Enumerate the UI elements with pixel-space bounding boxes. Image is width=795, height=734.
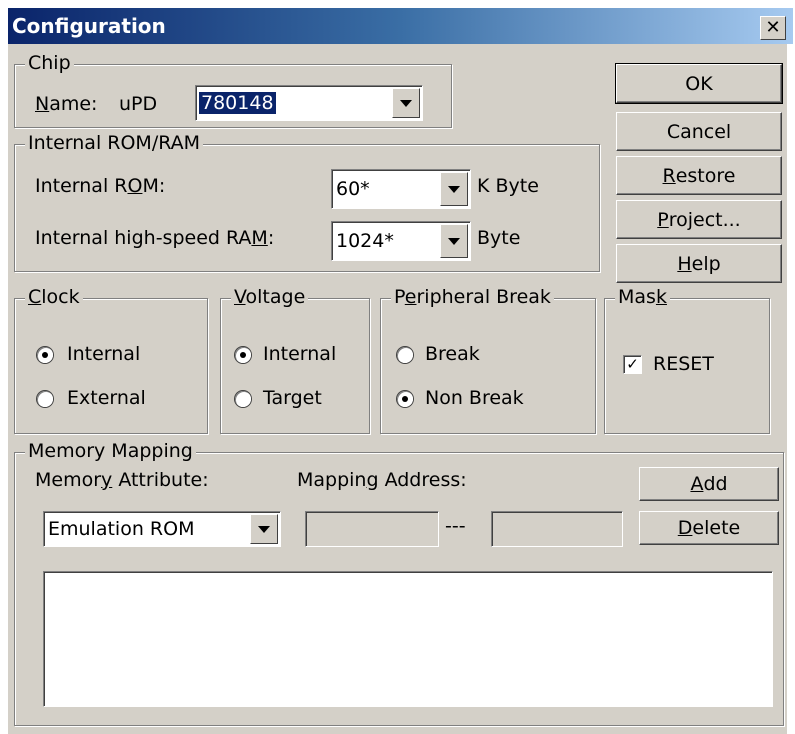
internal-rom-unit: K Byte: [477, 175, 539, 197]
memory-mapping-group: Memory Mapping Memory Attribute: Mapping…: [14, 440, 784, 726]
chevron-down-icon[interactable]: [250, 514, 278, 544]
internal-rom-value: 60*: [336, 178, 370, 200]
chevron-down-icon[interactable]: [440, 224, 468, 258]
peripheral-break-group: Peripheral Break Break Non Break: [380, 286, 596, 434]
window-title: Configuration: [12, 14, 166, 38]
reset-checkbox[interactable]: ✓: [623, 355, 642, 374]
close-icon[interactable]: ✕: [760, 16, 786, 40]
memory-attribute-combobox[interactable]: Emulation ROM: [43, 511, 281, 547]
cancel-button[interactable]: Cancel: [616, 112, 782, 151]
chip-name-label: Name:: [35, 93, 98, 115]
memory-attribute-value: Emulation ROM: [48, 518, 195, 540]
peripheral-break-radio[interactable]: [397, 347, 413, 363]
chip-group: Chip Name: uPD 780148: [14, 52, 452, 128]
reset-label[interactable]: RESET: [653, 353, 714, 375]
clock-group: Clock Internal External: [14, 286, 208, 434]
memory-mapping-list[interactable]: [43, 571, 773, 707]
peripheral-nonbreak-radio[interactable]: [397, 391, 413, 407]
project-button[interactable]: Project...: [616, 200, 782, 239]
memory-mapping-legend: Memory Mapping: [25, 440, 196, 462]
voltage-internal-radio[interactable]: [235, 347, 251, 363]
internal-rom-combobox[interactable]: 60*: [331, 169, 471, 209]
clock-external-radio[interactable]: [37, 391, 53, 407]
internal-rom-label: Internal ROM:: [35, 175, 166, 197]
configuration-dialog: Configuration ✕ Chip Name: uPD 780148 OK…: [8, 8, 793, 734]
chip-legend: Chip: [25, 52, 74, 74]
mask-group: Mask ✓ RESET: [604, 286, 770, 434]
restore-button[interactable]: Restore: [616, 156, 782, 195]
add-button[interactable]: Add: [639, 467, 779, 501]
internal-ram-unit: Byte: [477, 227, 521, 249]
clock-legend: Clock: [25, 286, 83, 308]
internal-ram-combobox[interactable]: 1024*: [331, 221, 471, 261]
ok-button[interactable]: OK: [615, 63, 783, 104]
voltage-target-label[interactable]: Target: [263, 387, 322, 409]
title-bar: Configuration ✕: [8, 8, 793, 44]
peripheral-break-label[interactable]: Break: [425, 343, 480, 365]
voltage-group: Voltage Internal Target: [220, 286, 370, 434]
mask-legend: Mask: [615, 286, 670, 308]
clock-external-label[interactable]: External: [67, 387, 146, 409]
voltage-internal-label[interactable]: Internal: [263, 343, 336, 365]
mapping-address-label: Mapping Address:: [297, 469, 467, 491]
memory-attribute-label: Memory Attribute:: [35, 469, 209, 491]
peripheral-break-legend: Peripheral Break: [391, 286, 554, 308]
chip-name-value: 780148: [199, 92, 276, 114]
rom-ram-legend: Internal ROM/RAM: [25, 132, 204, 154]
clock-internal-radio[interactable]: [37, 347, 53, 363]
voltage-legend: Voltage: [231, 286, 309, 308]
chip-name-combobox[interactable]: 780148: [195, 85, 423, 121]
delete-button[interactable]: Delete: [639, 511, 779, 545]
mapping-start-address-input[interactable]: [305, 511, 439, 547]
chip-prefix: uPD: [119, 93, 158, 115]
clock-internal-label[interactable]: Internal: [67, 343, 140, 365]
help-button[interactable]: Help: [616, 244, 782, 283]
internal-rom-ram-group: Internal ROM/RAM Internal ROM: 60* K Byt…: [14, 132, 600, 272]
internal-ram-value: 1024*: [336, 230, 394, 252]
internal-ram-label: Internal high-speed RAM:: [35, 227, 275, 249]
address-separator: ---: [445, 515, 466, 537]
voltage-target-radio[interactable]: [235, 391, 251, 407]
peripheral-nonbreak-label[interactable]: Non Break: [425, 387, 524, 409]
mapping-end-address-input[interactable]: [491, 511, 623, 547]
chevron-down-icon[interactable]: [392, 88, 420, 118]
chevron-down-icon[interactable]: [440, 172, 468, 206]
